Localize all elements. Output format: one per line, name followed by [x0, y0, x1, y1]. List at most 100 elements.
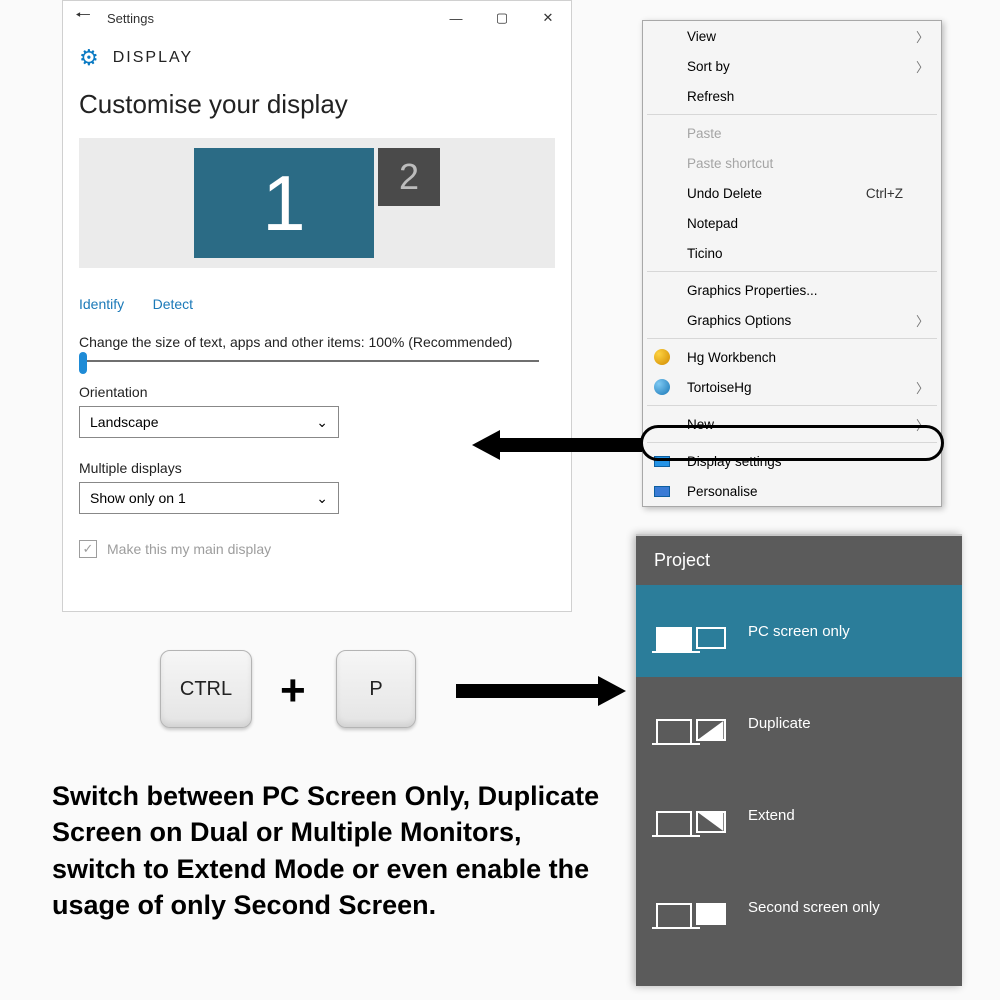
- desktop-context-menu: View 〉 Sort by 〉 Refresh Paste Paste short…: [642, 20, 942, 507]
- ctx-graphics-properties-label: Graphics Properties...: [687, 283, 818, 298]
- project-second-only-label: Second screen only: [748, 899, 880, 916]
- p-key: P: [336, 650, 416, 728]
- caption-text: Switch between PC Screen Only, Duplicate…: [52, 778, 612, 924]
- project-extend-label: Extend: [748, 807, 795, 824]
- main-display-label: Make this my main display: [107, 541, 271, 557]
- ctx-notepad-label: Notepad: [687, 216, 738, 231]
- minimize-button[interactable]: —: [433, 1, 479, 35]
- ctx-sortby-label: Sort by: [687, 59, 730, 74]
- extend-icon: [656, 793, 726, 837]
- plus-icon: +: [280, 666, 306, 716]
- ctx-display-settings-label: Display settings: [687, 454, 782, 469]
- ctx-undo-delete[interactable]: Undo Delete Ctrl+Z: [643, 178, 941, 208]
- back-button[interactable]: 🠐: [63, 3, 103, 33]
- ctx-hg-workbench-label: Hg Workbench: [687, 350, 776, 365]
- p-key-label: P: [369, 678, 382, 701]
- project-extend[interactable]: Extend: [636, 769, 962, 861]
- ctx-view[interactable]: View 〉: [643, 21, 941, 51]
- multiple-displays-dropdown[interactable]: Show only on 1 ⌄: [79, 482, 339, 514]
- maximize-button[interactable]: ▢: [479, 1, 525, 35]
- ctx-refresh[interactable]: Refresh: [643, 81, 941, 111]
- ctx-graphics-options-label: Graphics Options: [687, 313, 791, 328]
- detect-link[interactable]: Detect: [153, 296, 193, 312]
- ctx-separator: [647, 114, 937, 115]
- ctrl-key-label: CTRL: [180, 678, 232, 701]
- chevron-down-icon: ⌄: [316, 414, 328, 431]
- window-controls: — ▢ ✕: [433, 1, 571, 35]
- scale-slider[interactable]: [79, 360, 539, 362]
- hg-icon: [653, 348, 671, 366]
- main-display-row: ✓ Make this my main display: [79, 540, 555, 558]
- ctx-paste-shortcut: Paste shortcut: [643, 148, 941, 178]
- ctx-hg-workbench[interactable]: Hg Workbench: [643, 342, 941, 372]
- chevron-right-icon: 〉: [916, 378, 929, 397]
- ctx-undo-delete-shortcut: Ctrl+Z: [866, 186, 903, 201]
- ctx-separator: [647, 271, 937, 272]
- settings-window: 🠐 Settings — ▢ ✕ ⚙ DISPLAY Customise you…: [62, 0, 572, 612]
- settings-body: Customise your display 1 2 Identify Dete…: [63, 89, 571, 558]
- ctrl-key: CTRL: [160, 650, 252, 728]
- multiple-displays-label: Multiple displays: [79, 460, 555, 476]
- gear-icon: ⚙: [79, 45, 99, 71]
- second-only-icon: [656, 885, 726, 929]
- settings-header: ⚙ DISPLAY: [63, 35, 571, 89]
- monitor-2[interactable]: 2: [378, 148, 440, 206]
- ctx-personalise[interactable]: Personalise: [643, 476, 941, 506]
- project-title: Project: [636, 536, 962, 585]
- ctx-separator: [647, 405, 937, 406]
- settings-title: Settings: [103, 11, 433, 26]
- orientation-dropdown[interactable]: Landscape ⌄: [79, 406, 339, 438]
- tortoisehg-icon: [653, 378, 671, 396]
- ctx-separator: [647, 338, 937, 339]
- scale-label: Change the size of text, apps and other …: [79, 334, 555, 350]
- arrow-right-icon: [456, 676, 626, 706]
- ctx-undo-delete-label: Undo Delete: [687, 186, 762, 201]
- chevron-right-icon: 〉: [916, 27, 929, 46]
- multiple-displays-value: Show only on 1: [90, 490, 186, 506]
- personalise-icon: [653, 482, 671, 500]
- project-panel: Project PC screen only Duplicate Extend …: [636, 534, 962, 986]
- monitor-icon: [653, 452, 671, 470]
- project-pc-only-label: PC screen only: [748, 623, 850, 640]
- ctx-personalise-label: Personalise: [687, 484, 758, 499]
- chevron-right-icon: 〉: [916, 415, 929, 434]
- main-display-checkbox[interactable]: ✓: [79, 540, 97, 558]
- ctx-ticino[interactable]: Ticino: [643, 238, 941, 268]
- orientation-label: Orientation: [79, 384, 555, 400]
- settings-titlebar: 🠐 Settings — ▢ ✕: [63, 1, 571, 35]
- project-second-only[interactable]: Second screen only: [636, 861, 962, 953]
- ctx-ticino-label: Ticino: [687, 246, 723, 261]
- chevron-down-icon: ⌄: [316, 490, 328, 507]
- chevron-right-icon: 〉: [916, 311, 929, 330]
- close-button[interactable]: ✕: [525, 1, 571, 35]
- ctx-view-label: View: [687, 29, 716, 44]
- customise-heading: Customise your display: [79, 89, 555, 120]
- monitor-arrangement[interactable]: 1 2: [79, 138, 555, 268]
- ctx-new-label: New: [687, 417, 714, 432]
- project-duplicate-label: Duplicate: [748, 715, 811, 732]
- display-heading: DISPLAY: [113, 49, 193, 67]
- project-pc-screen-only[interactable]: PC screen only: [636, 585, 962, 677]
- chevron-right-icon: 〉: [916, 57, 929, 76]
- identify-link[interactable]: Identify: [79, 296, 124, 312]
- monitor-1[interactable]: 1: [194, 148, 374, 258]
- ctx-paste: Paste: [643, 118, 941, 148]
- pc-only-icon: [656, 609, 726, 653]
- arrow-left-icon: [472, 430, 642, 460]
- ctx-new[interactable]: New 〉: [643, 409, 941, 439]
- ctx-graphics-properties[interactable]: Graphics Properties...: [643, 275, 941, 305]
- scale-slider-thumb[interactable]: [79, 352, 87, 374]
- duplicate-icon: [656, 701, 726, 745]
- ctx-notepad[interactable]: Notepad: [643, 208, 941, 238]
- ctx-separator: [647, 442, 937, 443]
- project-duplicate[interactable]: Duplicate: [636, 677, 962, 769]
- ctx-tortoisehg[interactable]: TortoiseHg 〉: [643, 372, 941, 402]
- ctx-refresh-label: Refresh: [687, 89, 734, 104]
- orientation-value: Landscape: [90, 414, 159, 430]
- ctx-sort-by[interactable]: Sort by 〉: [643, 51, 941, 81]
- identify-detect-row: Identify Detect: [79, 296, 555, 314]
- ctx-paste-label: Paste: [687, 126, 722, 141]
- ctx-graphics-options[interactable]: Graphics Options 〉: [643, 305, 941, 335]
- ctx-tortoisehg-label: TortoiseHg: [687, 380, 752, 395]
- ctx-display-settings[interactable]: Display settings: [643, 446, 941, 476]
